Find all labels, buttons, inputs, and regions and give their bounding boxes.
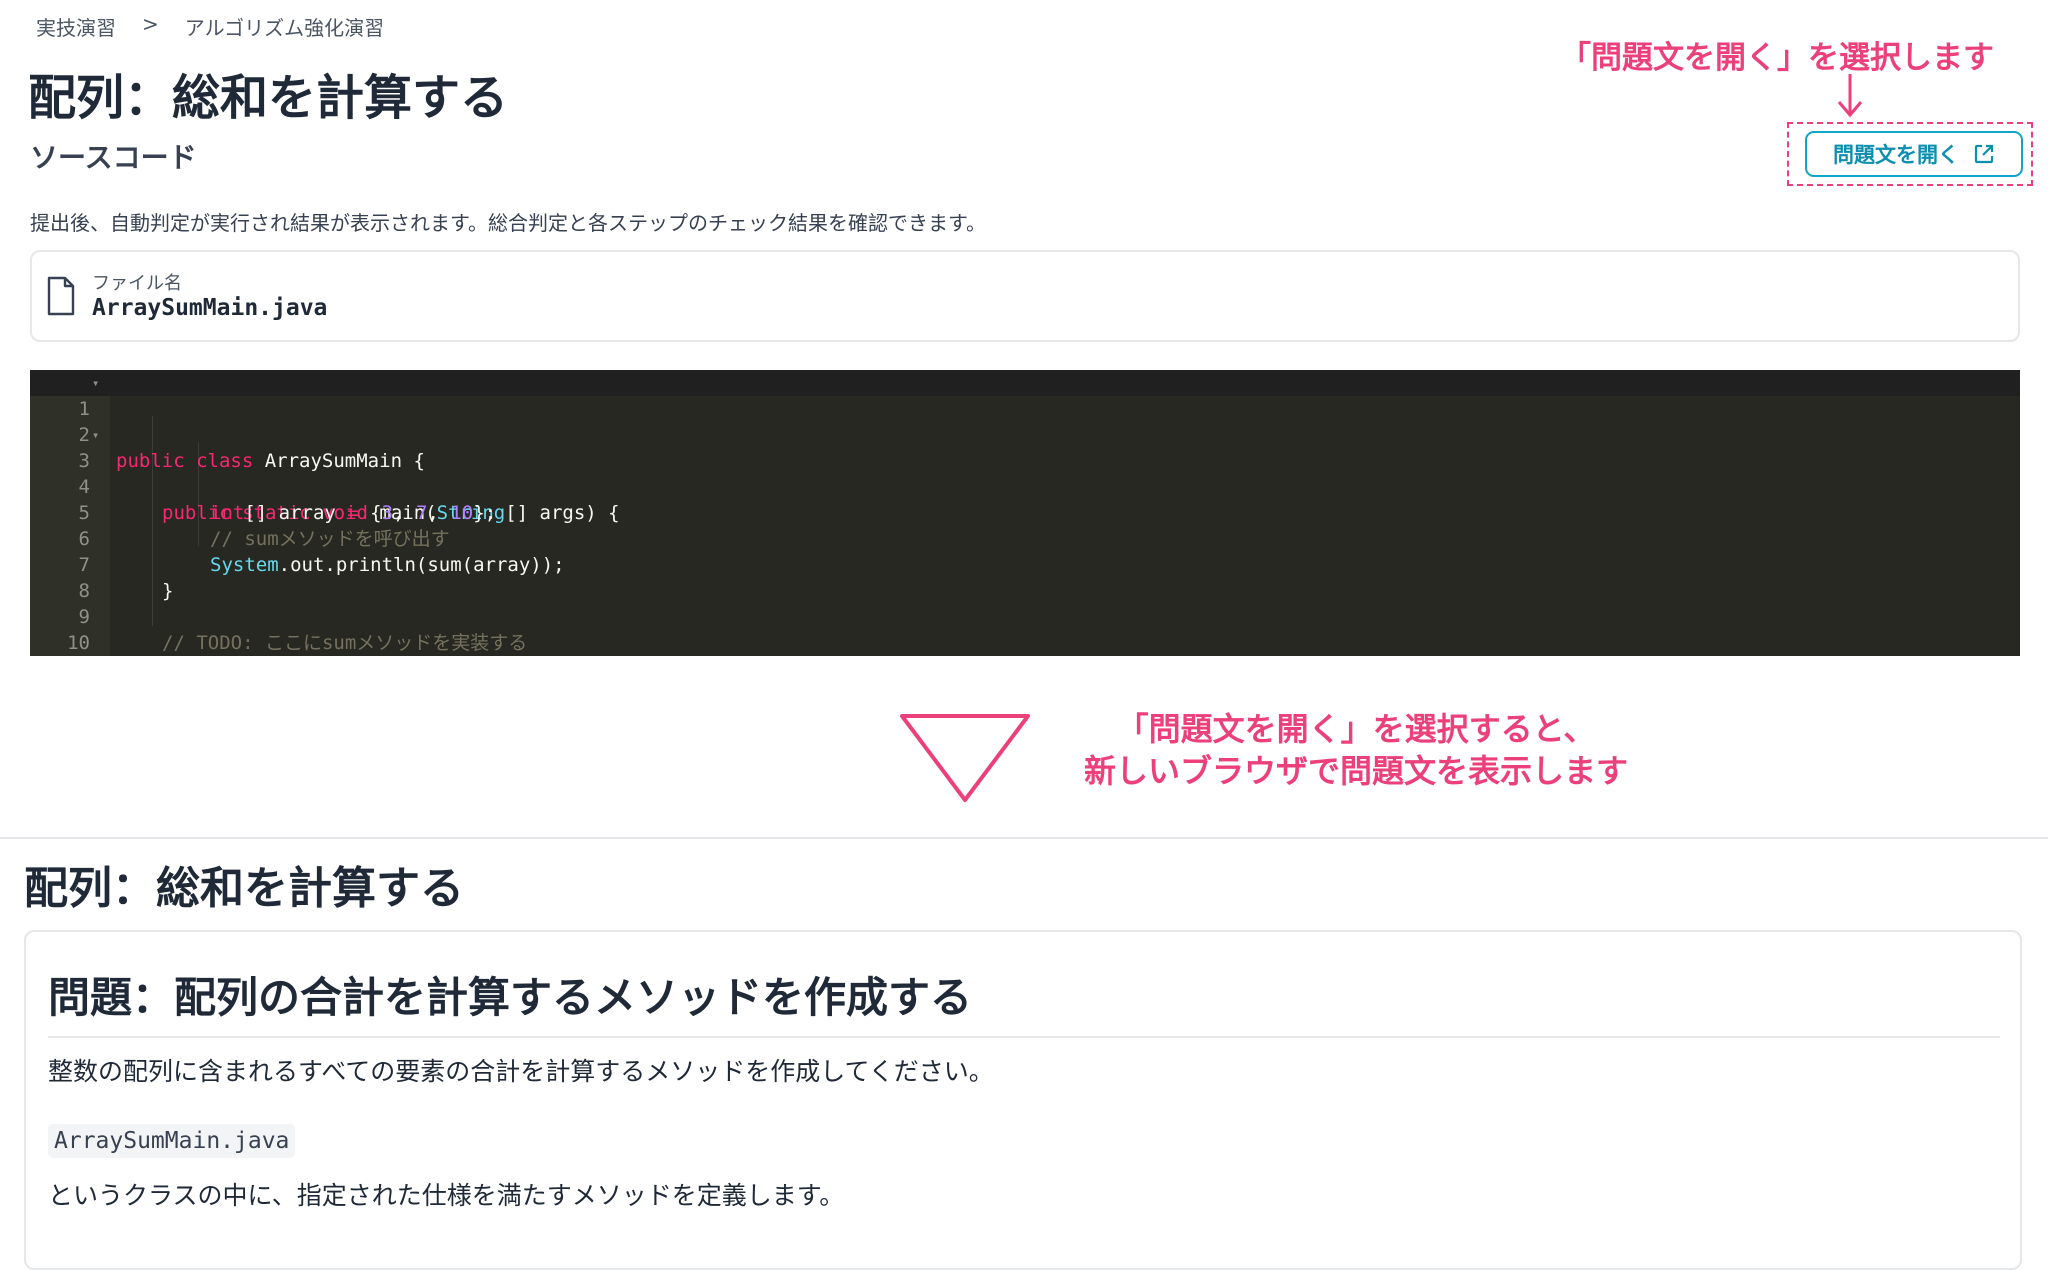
file-name-value: ArraySumMain.java [92,295,328,321]
file-name-label: ファイル名 [92,273,182,294]
problem-page-title: 配列：総和を計算する [24,863,464,914]
open-problem-button[interactable]: 問題文を開く [1805,131,2023,177]
open-problem-button-label: 問題文を開く [1833,143,1959,167]
annotation-middle-line1: 「問題文を開く」を選択すると、 [1116,710,1596,748]
file-name-card: ファイル名 ArraySumMain.java [30,250,2020,342]
inline-code: ArraySumMain.java [48,1124,296,1158]
code-editor[interactable]: 1 ▾ public class ArraySumMain { 2 3 ▾ pu… [30,370,2020,656]
breadcrumb-item-algorithm[interactable]: アルゴリズム強化演習 [185,12,384,41]
page-title: 配列：総和を計算する [28,70,509,126]
code-line-6[interactable]: 6 System.out.println(sum(array)); [30,500,2020,576]
fold-arrow-icon[interactable]: ▾ [92,422,99,448]
annotation-arrow-down-icon [1837,74,1863,118]
annotation-down-triangle-icon [900,714,1030,802]
code-line-1[interactable]: 1 ▾ public class ArraySumMain { [30,370,2020,472]
code-line-5[interactable]: 5 // sumメソッドを呼び出す [30,474,2020,550]
problem-heading: 問題：配列の合計を計算するメソッドを作成する [48,973,973,1022]
breadcrumb-separator: > [142,12,159,36]
problem-description-2: というクラスの中に、指定された仕様を満たすメソッドを定義します。 [48,1181,845,1210]
breadcrumb: 実技演習 > アルゴリズム強化演習 [36,12,384,41]
annotation-top-callout: 「問題文を開く」を選択します [1560,40,1994,76]
problem-divider [48,1036,2000,1038]
file-icon [47,276,75,316]
annotation-middle-line2: 新しいブラウザで問題文を表示します [1084,752,1629,790]
code-line-11[interactable]: 11 [30,630,2020,656]
problem-card: 問題：配列の合計を計算するメソッドを作成する 整数の配列に含まれるすべての要素の… [24,930,2022,1270]
code-line-7[interactable]: 7 } [30,526,2020,602]
code-line-4[interactable]: 4 int[] array = {3, 7, 10}; [30,448,2020,524]
code-line-10[interactable]: 10 } [30,604,2020,654]
fold-arrow-icon[interactable]: ▾ [92,370,99,396]
description-text: 提出後、自動判定が実行され結果が表示されます。総合判定と各ステップのチェック結果… [30,211,986,235]
breadcrumb-item-practice[interactable]: 実技演習 [36,12,116,41]
code-line-2[interactable]: 2 [30,396,2020,446]
section-title: ソースコード [30,141,197,174]
code-line-3[interactable]: 3 ▾ public static void main(String[] arg… [30,422,2020,524]
annotation-middle-callout: 「問題文を開く」を選択すると、 新しいブラウザで問題文を表示します [1084,708,1628,792]
problem-description: 整数の配列に含まれるすべての要素の合計を計算するメソッドを作成してください。 [48,1057,994,1086]
code-line-8[interactable]: 8 [30,552,2020,602]
code-line-9[interactable]: 9 // TODO: ここにsumメソッドを実装する [30,578,2020,654]
external-link-icon [1974,144,1994,164]
section-divider [0,837,2048,839]
